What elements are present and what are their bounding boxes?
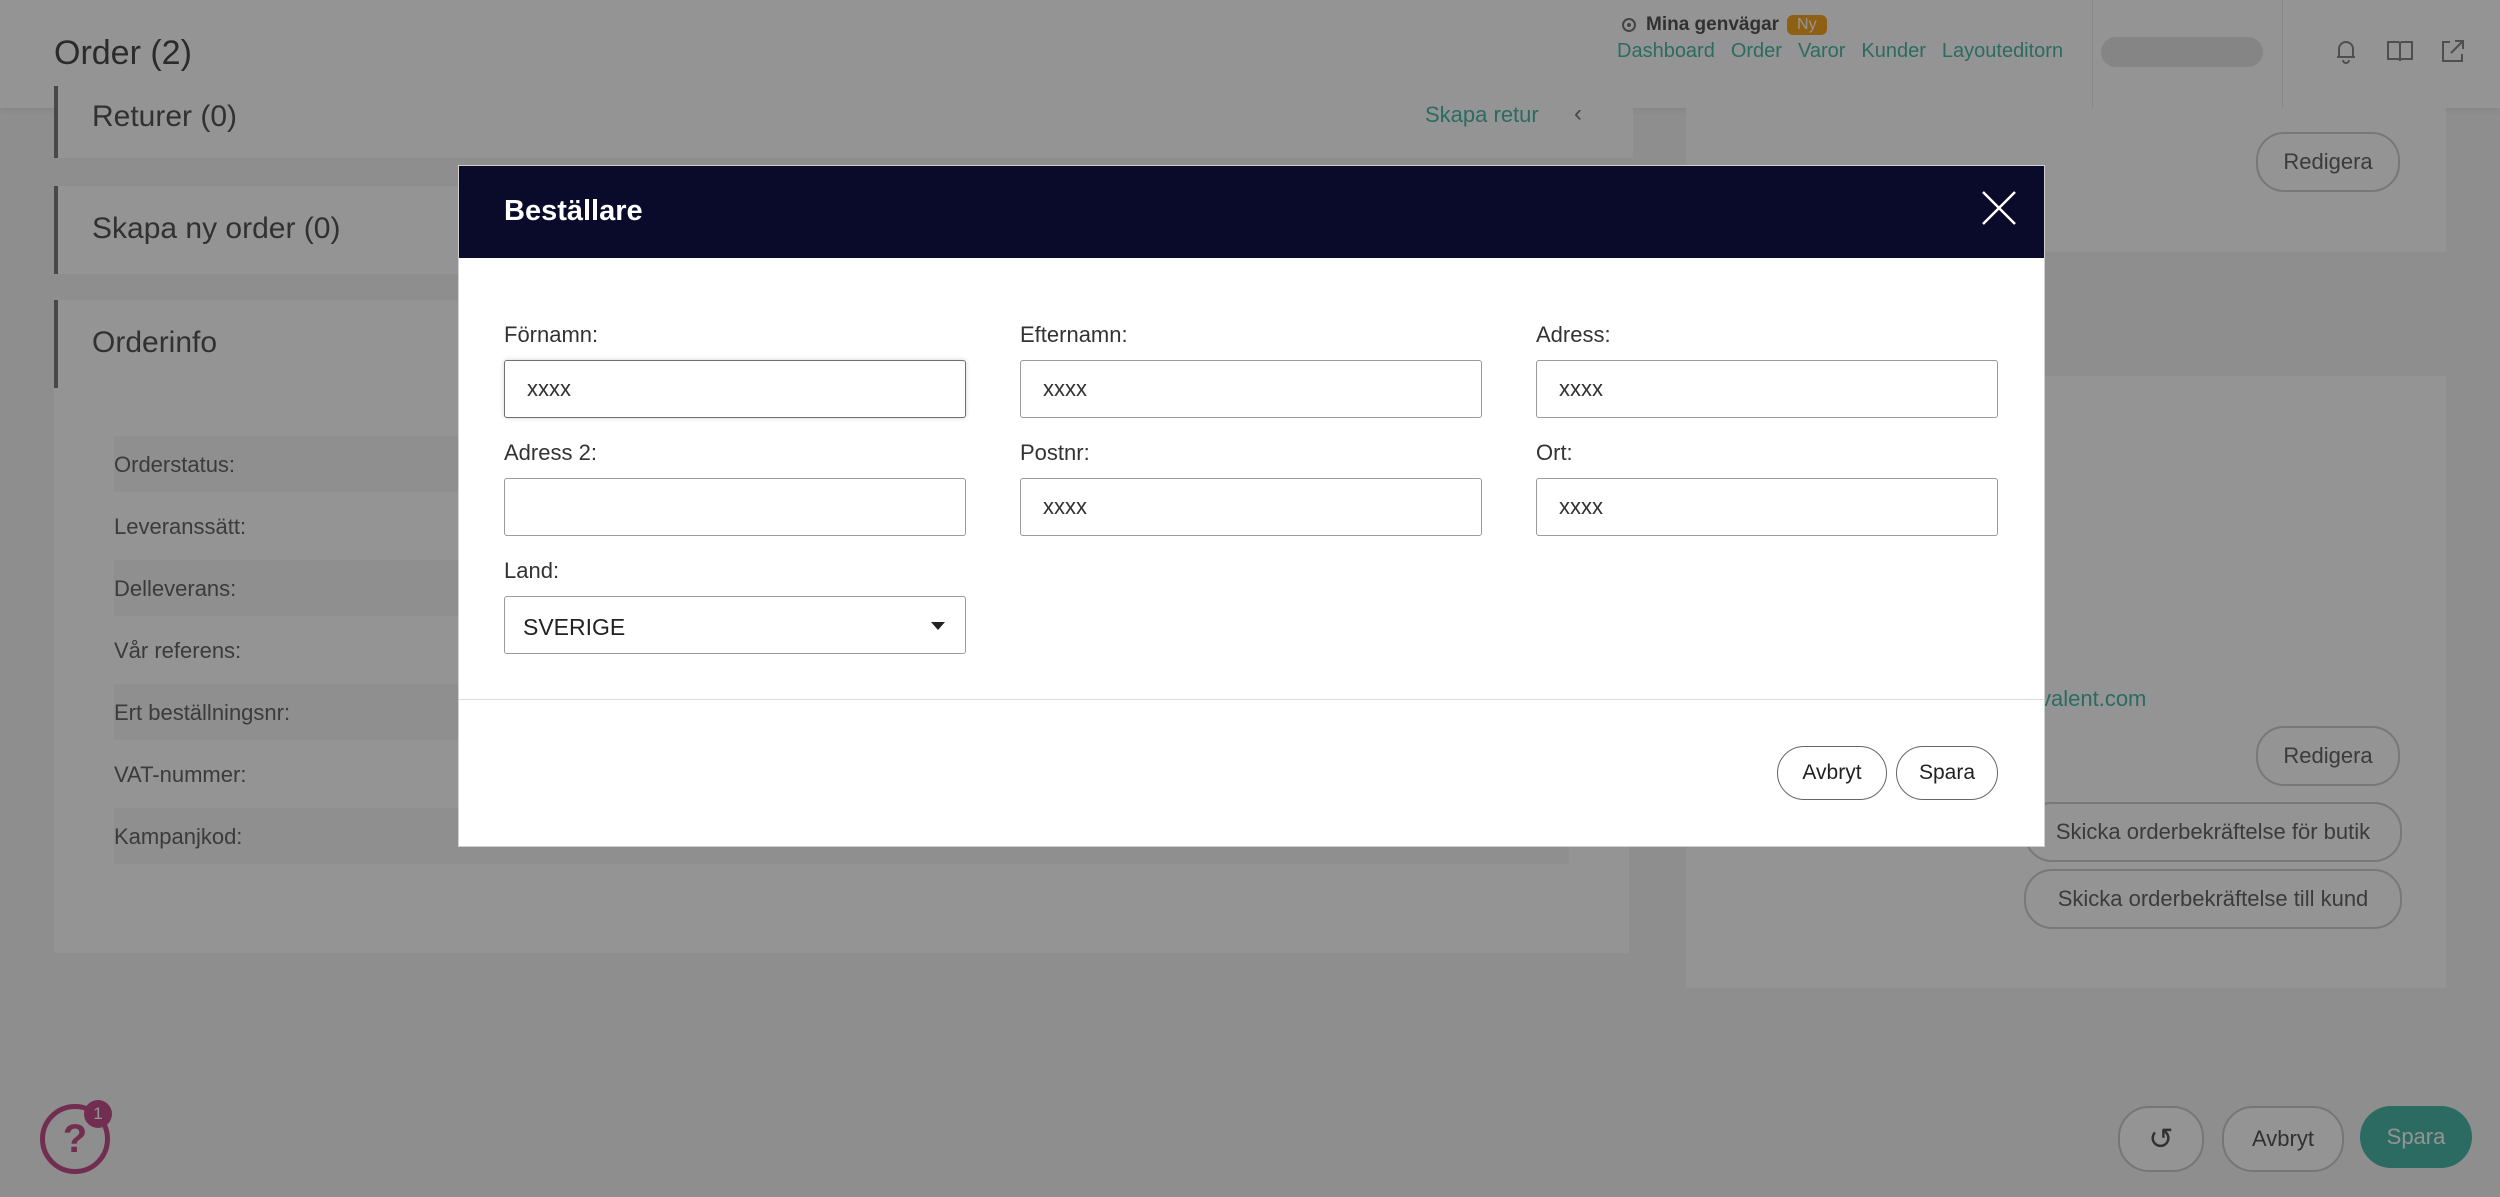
modal-header: Beställare <box>459 166 2044 258</box>
country-label: Land: <box>504 558 560 583</box>
cancel-button[interactable]: Avbryt <box>1777 746 1887 800</box>
address-label: Adress: <box>1536 322 1611 347</box>
close-icon <box>1982 190 2016 225</box>
save-button[interactable]: Spara <box>1896 746 1998 800</box>
address-input[interactable] <box>1536 360 1998 418</box>
close-button[interactable] <box>1979 180 2019 238</box>
postal-code-input[interactable] <box>1020 478 1482 536</box>
address2-label: Adress 2: <box>504 440 597 465</box>
last-name-label: Efternamn: <box>1020 322 1128 347</box>
first-name-input[interactable] <box>504 360 966 418</box>
modal-title: Beställare <box>504 195 643 227</box>
city-input[interactable] <box>1536 478 1998 536</box>
postal-code-label: Postnr: <box>1020 440 1090 465</box>
customer-modal: Beställare Förnamn: Efternamn: Adress: A… <box>458 165 2045 847</box>
country-select[interactable]: SVERIGE <box>504 596 966 654</box>
address2-input[interactable] <box>504 478 966 536</box>
first-name-label: Förnamn: <box>504 322 599 347</box>
city-label: Ort: <box>1536 440 1573 465</box>
country-selected-value: SVERIGE <box>523 614 626 640</box>
last-name-input[interactable] <box>1020 360 1482 418</box>
modal-footer-divider <box>459 699 2044 700</box>
caret-down-icon <box>931 622 945 630</box>
